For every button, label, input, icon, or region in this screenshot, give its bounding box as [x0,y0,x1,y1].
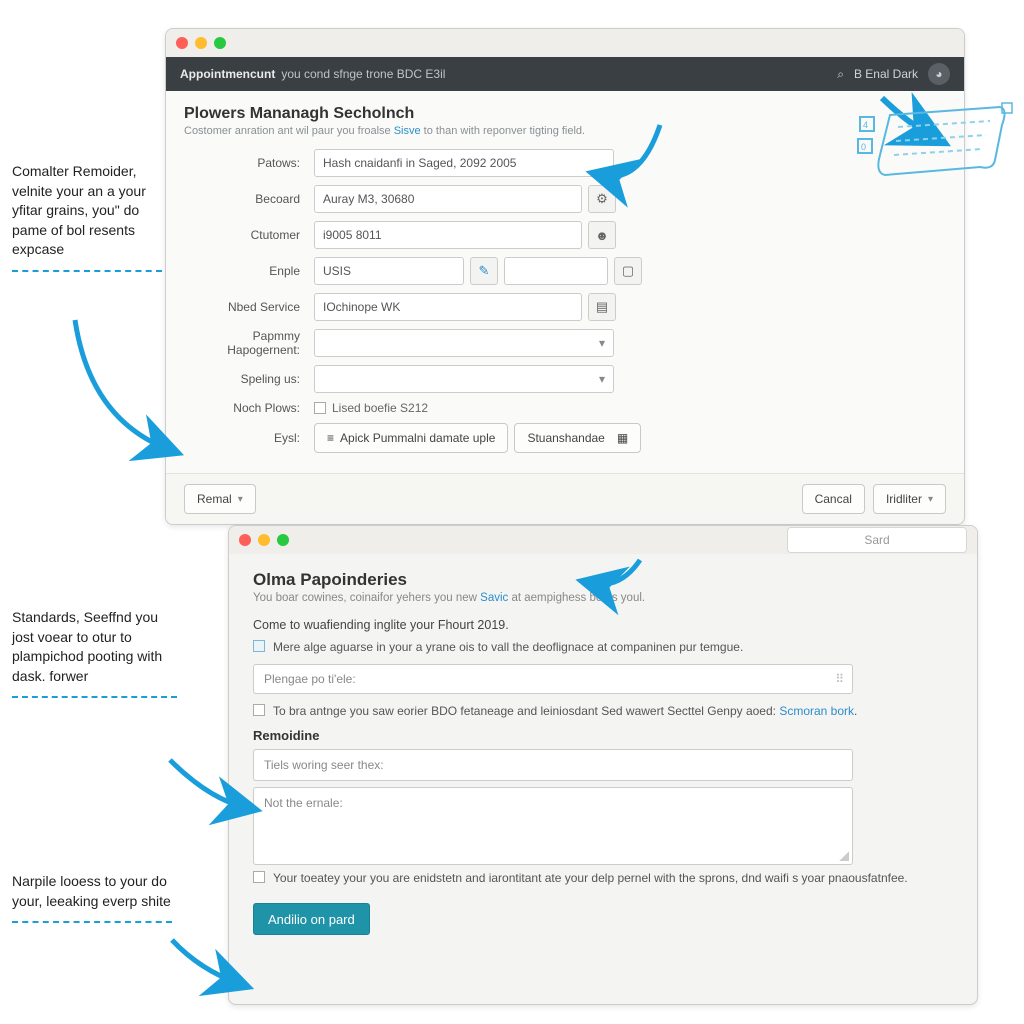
calendar-icon[interactable]: ▤ [588,293,616,321]
andilio-button[interactable]: Andilio on pard [253,903,370,935]
doodle-sketch: 4 0 [850,95,1020,205]
eysl-label: Eysl: [184,431,314,445]
remal-button[interactable]: Remal▾ [184,484,256,514]
patows-input[interactable]: Hash cnaidanfi in Saged, 2092 2005 [314,149,614,177]
check2-checkbox[interactable] [253,704,265,716]
annotation-1: Comalter Remoider, velnite your an a you… [12,162,162,272]
calendar2-icon: ▦ [617,431,628,445]
gear-icon[interactable]: ⚙ [588,185,616,213]
apick-button[interactable]: ≡Apick Pummalni damate uple [314,423,508,453]
panel2-subtitle: You boar cowines, coinaifor yehers you n… [253,592,953,604]
titlebar-1 [166,29,964,57]
noch-plows-checkbox-label: Lised boefie S212 [332,401,428,415]
chevron-down-icon: ▾ [599,336,605,350]
noch-plows-checkbox[interactable] [314,402,326,414]
header-bar: Appointmencunt you cond sfnge trone BDC … [166,57,964,91]
svg-text:4: 4 [863,120,868,130]
panel1-footer: Remal▾ Cancal Iridliter▾ [166,473,964,524]
check2-link[interactable]: Scmoran bork [779,704,854,718]
panel1-content: Plowers Mananagh Secholnch Costomer anra… [166,91,964,473]
check1-checkbox[interactable] [253,640,265,652]
search-input[interactable]: Sard [787,527,967,553]
becoard-label: Becoard [184,192,314,206]
check3-checkbox[interactable] [253,871,265,883]
chevron-down-icon: ▾ [238,494,243,505]
papmmy-select[interactable]: ▾ [314,329,614,357]
check1-label: Mere alge aguarse in your a yrane ois to… [273,640,743,654]
section-subtitle: Costomer anration ant wil paur you froal… [184,125,946,137]
need-service-label: Nbed Service [184,300,314,314]
plengae-input[interactable]: Plengae po ti'ele: ⠿ [253,664,853,694]
appointment-window: Appointmencunt you cond sfnge trone BDC … [165,28,965,525]
cancel-button[interactable]: Cancal [802,484,865,514]
close-dot[interactable] [176,37,188,49]
check2-label: To bra antnge you saw eorier BDO fetanea… [273,704,857,718]
minimize-dot[interactable] [195,37,207,49]
olma-window: Sard Olma Papoinderies You boar cowines,… [228,525,978,1005]
titlebar-2: Sard [229,526,977,554]
panel2-line1: Come to wuafiending inglite your Fhourt … [253,618,953,632]
check3-label: Your toeatey your you are enidstetn and … [273,871,908,885]
grip-icon: ⠿ [835,672,842,686]
smile-icon[interactable]: ☻ [588,221,616,249]
avatar[interactable]: ◕ [928,63,950,85]
annotation-2: Standards, Seeffnd you jost voear to otu… [12,608,177,698]
search-icon[interactable]: ⌕ [837,67,844,82]
chevron-down-icon: ▾ [599,372,605,386]
edit-icon[interactable]: ✎ [470,257,498,285]
enple-extra-input[interactable] [504,257,608,285]
patows-label: Patows: [184,156,314,170]
becoard-input[interactable]: Auray M3, 30680 [314,185,582,213]
list-icon: ≡ [327,431,334,445]
app-title: Appointmencunt [180,67,275,81]
iridliter-button[interactable]: Iridliter▾ [873,484,946,514]
enple-input[interactable]: USIS [314,257,464,285]
zoom-dot[interactable] [277,534,289,546]
noch-plows-label: Noch Plows: [184,401,314,415]
chevron-down-icon: ▾ [928,494,933,505]
monitor-icon[interactable]: ▢ [614,257,642,285]
customer-input[interactable]: i9005 8011 [314,221,582,249]
section-title: Plowers Mananagh Secholnch [184,105,946,123]
subtitle-link[interactable]: Sisve [394,125,421,137]
panel2-subtitle-link[interactable]: Savic [480,592,508,604]
remoidine-heading: Remoidine [253,728,953,743]
close-dot[interactable] [239,534,251,546]
papmmy-label: Papmmy Hapogernent: [184,329,314,357]
remoidine-input-1[interactable]: Tiels woring seer thex: [253,749,853,781]
minimize-dot[interactable] [258,534,270,546]
stuanshandae-button[interactable]: Stuanshandae▦ [514,423,641,453]
resize-handle[interactable] [839,851,849,861]
panel2-title: Olma Papoinderies [253,570,953,590]
annotation-3: Narpile looess to your do your, leeaking… [12,872,172,923]
svg-text:0: 0 [861,142,866,152]
remoidine-input-2[interactable]: Not the ernale: [253,787,853,865]
app-subtitle: you cond sfnge trone BDC E3il [281,67,445,81]
speling-label: Speling us: [184,372,314,386]
zoom-dot[interactable] [214,37,226,49]
enple-label: Enple [184,264,314,278]
customer-label: Ctutomer [184,228,314,242]
header-search-label: B Enal Dark [854,67,918,81]
speling-select[interactable]: ▾ [314,365,614,393]
need-service-input[interactable]: IOchinope WK [314,293,582,321]
